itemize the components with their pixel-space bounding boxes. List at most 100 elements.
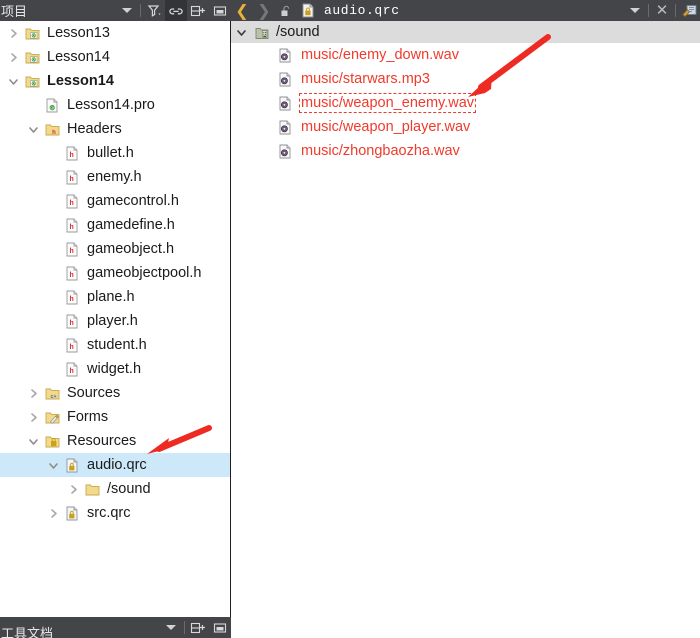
- svg-text:h: h: [69, 320, 73, 327]
- tree-item-lesson14-pro[interactable]: Qt Lesson14.pro: [0, 93, 230, 117]
- resource-file-row[interactable]: music/weapon_enemy.wav: [231, 91, 700, 115]
- tree-item-enemy-h[interactable]: h enemy.h: [0, 165, 230, 189]
- split-editor-icon[interactable]: [678, 0, 700, 21]
- tree-item-label: Resources: [67, 433, 137, 449]
- tree-item-student-h[interactable]: h student.h: [0, 333, 230, 357]
- tree-item-gameobject-h[interactable]: h gameobject.h: [0, 237, 230, 261]
- tree-item-label: gamedefine.h: [87, 217, 175, 233]
- back-arrow-icon[interactable]: ❮: [231, 0, 253, 21]
- chevron-right-icon[interactable]: [24, 388, 42, 399]
- header-file-icon: h: [62, 194, 82, 209]
- svg-text:h: h: [69, 368, 73, 375]
- tree-item-sources[interactable]: c+ Sources: [0, 381, 230, 405]
- toolbar-divider: [140, 4, 141, 17]
- project-tree[interactable]: Qt Lesson13 Qt Lesson14 Qt Lesson14 Qt Lesson14…: [0, 21, 230, 617]
- resource-file-row[interactable]: music/enemy_down.wav: [231, 43, 700, 67]
- resources-folder-icon: [42, 434, 62, 449]
- tree-item-resources[interactable]: Resources: [0, 429, 230, 453]
- svg-text:c+: c+: [50, 394, 56, 400]
- chevron-right-icon[interactable]: [24, 412, 42, 423]
- tree-item-label: gameobject.h: [87, 241, 175, 257]
- header-file-icon: h: [62, 314, 82, 329]
- close-icon[interactable]: ✕: [651, 0, 673, 21]
- tree-item-bullet-h[interactable]: h bullet.h: [0, 141, 230, 165]
- svg-text:h: h: [69, 272, 73, 279]
- qt-project-folder-icon: Qt: [22, 74, 42, 89]
- output-pane-toolbar: 工具文档: [0, 617, 231, 638]
- chevron-down-icon[interactable]: [624, 0, 646, 21]
- header-file-icon: h: [62, 290, 82, 305]
- chevron-down-icon[interactable]: [44, 460, 62, 471]
- tree-item-audio-qrc[interactable]: audio.qrc: [0, 453, 230, 477]
- close-pane-icon[interactable]: [209, 617, 231, 638]
- tree-item-sound[interactable]: /sound: [0, 477, 230, 501]
- tree-item-src-qrc[interactable]: src.qrc: [0, 501, 230, 525]
- tree-item-forms[interactable]: Forms: [0, 405, 230, 429]
- tree-item-label: Lesson13: [47, 25, 110, 41]
- resource-file-label: music/weapon_enemy.wav: [298, 93, 477, 113]
- audio-file-icon: [275, 96, 295, 111]
- split-add-icon[interactable]: [187, 617, 209, 638]
- chevron-down-icon[interactable]: [4, 76, 22, 87]
- resource-file-row[interactable]: music/weapon_player.wav: [231, 115, 700, 139]
- tree-item-label: /sound: [107, 481, 151, 497]
- tree-item-label: Lesson14: [47, 49, 110, 65]
- tree-item-lesson14[interactable]: Qt Lesson14: [0, 69, 230, 93]
- audio-file-icon: [275, 120, 295, 135]
- tree-item-label: player.h: [87, 313, 138, 329]
- svg-text:h: h: [69, 200, 73, 207]
- header-file-icon: h: [62, 338, 82, 353]
- tree-item-label: Lesson14.pro: [67, 97, 155, 113]
- tree-item-headers[interactable]: h Headers: [0, 117, 230, 141]
- header-file-icon: h: [62, 266, 82, 281]
- tree-item-label: enemy.h: [87, 169, 142, 185]
- resource-prefix-row[interactable]: /sound: [231, 21, 700, 43]
- tree-item-gameobjectpool-h[interactable]: h gameobjectpool.h: [0, 261, 230, 285]
- resource-file-row[interactable]: music/starwars.mp3: [231, 67, 700, 91]
- unlock-icon[interactable]: [275, 0, 297, 21]
- tree-item-plane-h[interactable]: h plane.h: [0, 285, 230, 309]
- chevron-down-icon[interactable]: [24, 436, 42, 447]
- tree-item-lesson14[interactable]: Qt Lesson14: [0, 45, 230, 69]
- chevron-down-icon[interactable]: [116, 0, 138, 21]
- close-pane-icon[interactable]: [209, 0, 231, 21]
- forms-folder-icon: [42, 410, 62, 425]
- tree-item-label: Forms: [67, 409, 109, 425]
- editor-status-area: [231, 617, 700, 638]
- tree-item-label: student.h: [87, 337, 147, 353]
- tree-item-player-h[interactable]: h player.h: [0, 309, 230, 333]
- svg-text:h: h: [69, 296, 73, 303]
- tree-item-lesson13[interactable]: Qt Lesson13: [0, 21, 230, 45]
- sidebar-view-title: 项目: [1, 4, 28, 17]
- resource-file-label: music/starwars.mp3: [301, 71, 430, 87]
- resource-file-label: music/enemy_down.wav: [301, 47, 459, 63]
- chevron-down-icon[interactable]: [231, 27, 251, 38]
- svg-text:Qt: Qt: [32, 57, 35, 61]
- tree-item-label: widget.h: [87, 361, 142, 377]
- chevron-down-icon[interactable]: [24, 124, 42, 135]
- tree-item-gamedefine-h[interactable]: h gamedefine.h: [0, 213, 230, 237]
- chevron-right-icon[interactable]: [4, 52, 22, 63]
- filter-icon[interactable]: [143, 0, 165, 21]
- resource-editor-panel[interactable]: /sound music/enemy_down.wav music/starwar…: [231, 21, 700, 617]
- svg-text:h: h: [52, 130, 56, 136]
- chevron-right-icon[interactable]: [44, 508, 62, 519]
- tree-item-label: Lesson14: [47, 73, 114, 89]
- chevron-down-icon[interactable]: [160, 617, 182, 638]
- chevron-right-icon[interactable]: [64, 484, 82, 495]
- output-pane-title: 工具文档: [1, 626, 54, 638]
- tree-item-widget-h[interactable]: h widget.h: [0, 357, 230, 381]
- chevron-right-icon[interactable]: [4, 28, 22, 39]
- svg-text:h: h: [69, 344, 73, 351]
- header-file-icon: h: [62, 170, 82, 185]
- split-add-icon[interactable]: [187, 0, 209, 21]
- tree-item-gamecontrol-h[interactable]: h gamecontrol.h: [0, 189, 230, 213]
- resource-file-row[interactable]: music/zhongbaozha.wav: [231, 139, 700, 163]
- link-icon[interactable]: [165, 0, 187, 21]
- forward-arrow-icon[interactable]: ❯: [253, 0, 275, 21]
- resource-prefix-icon: [251, 25, 273, 40]
- bottom-toolbar-divider: [184, 621, 185, 634]
- tree-item-label: src.qrc: [87, 505, 131, 521]
- document-title: audio.qrc: [324, 3, 400, 18]
- svg-text:h: h: [69, 152, 73, 159]
